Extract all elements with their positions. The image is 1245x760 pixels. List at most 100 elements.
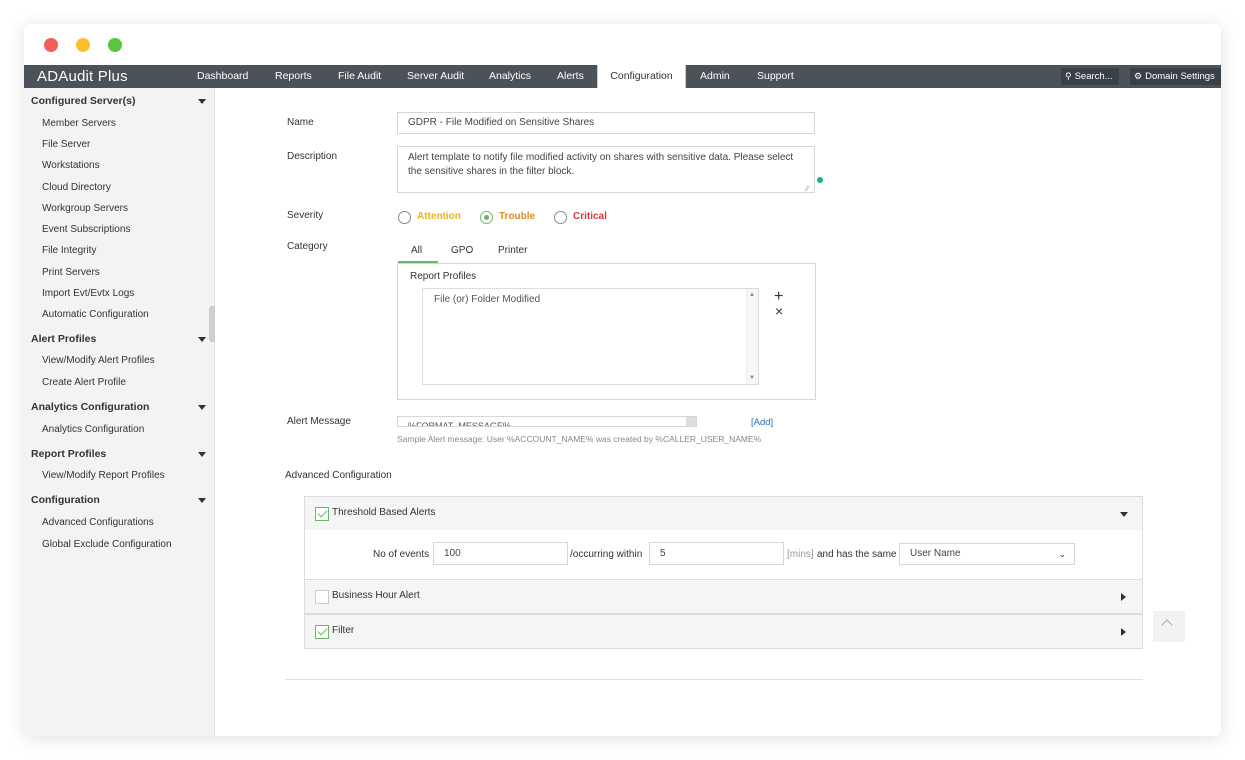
within-minutes-input[interactable]: 5 xyxy=(649,542,784,565)
sidebar-collapse-handle[interactable] xyxy=(209,306,215,342)
sidebar-item-create-alert-profile[interactable]: Create Alert Profile xyxy=(42,377,126,388)
same-field-select-value: User Name xyxy=(910,548,961,559)
sidebar-item-view-modify-alert-profiles[interactable]: View/Modify Alert Profiles xyxy=(42,355,155,366)
tab-support[interactable]: Support xyxy=(757,65,794,88)
alert-message-field[interactable]: %FORMAT_MESSAGE% xyxy=(397,416,697,427)
severity-attention-radio[interactable] xyxy=(398,211,411,224)
report-profiles-panel: Report Profiles File (or) Folder Modifie… xyxy=(397,263,816,400)
scroll-up-icon[interactable]: ▲ xyxy=(749,292,755,298)
sidebar-item-file-server[interactable]: File Server xyxy=(42,139,90,150)
sidebar-section-configuration[interactable]: Configuration xyxy=(31,494,100,506)
top-navigation: ADAudit Plus Dashboard Reports File Audi… xyxy=(24,65,1221,88)
category-tab-gpo[interactable]: GPO xyxy=(451,245,473,256)
tab-admin[interactable]: Admin xyxy=(700,65,730,88)
sidebar-section-alert-profiles[interactable]: Alert Profiles xyxy=(31,333,96,345)
name-field[interactable]: GDPR - File Modified on Sensitive Shares xyxy=(397,112,815,134)
search-button[interactable]: ⚲ Search... xyxy=(1061,68,1119,85)
severity-label: Severity xyxy=(287,210,324,221)
severity-radio-group: Attention Trouble Critical xyxy=(398,211,698,227)
business-hour-alert-header[interactable]: Business Hour Alert xyxy=(304,579,1143,614)
list-scrollbar[interactable] xyxy=(746,289,758,384)
sidebar-item-print-servers[interactable]: Print Servers xyxy=(42,267,100,278)
sidebar-item-import-logs[interactable]: Import Evt/Evtx Logs xyxy=(42,288,134,299)
add-macro-link[interactable]: [Add] xyxy=(751,417,773,428)
business-hour-alert-label[interactable]: Business Hour Alert xyxy=(332,590,420,601)
scroll-down-icon[interactable]: ▼ xyxy=(749,375,755,381)
sidebar-item-workgroup-servers[interactable]: Workgroup Servers xyxy=(42,203,128,214)
sidebar-item-view-modify-report-profiles[interactable]: View/Modify Report Profiles xyxy=(42,470,165,481)
sidebar-item-automatic-configuration[interactable]: Automatic Configuration xyxy=(42,309,149,320)
severity-critical-radio[interactable] xyxy=(554,211,567,224)
tab-dashboard[interactable]: Dashboard xyxy=(197,65,248,88)
resize-handle-icon[interactable] xyxy=(686,417,696,426)
threshold-alerts-header[interactable]: Threshold Based Alerts xyxy=(304,496,1143,531)
events-input[interactable]: 100 xyxy=(433,542,568,565)
expand-icon[interactable] xyxy=(1121,628,1126,636)
window-titlebar xyxy=(24,24,1221,65)
report-profiles-list[interactable]: File (or) Folder Modified ▲ ▼ xyxy=(422,288,759,385)
threshold-alerts-label[interactable]: Threshold Based Alerts xyxy=(332,507,435,518)
filter-header[interactable]: Filter xyxy=(304,614,1143,649)
chevron-down-icon[interactable] xyxy=(198,498,206,503)
domain-settings-button[interactable]: ⚙ Domain Settings xyxy=(1130,68,1221,85)
collapse-icon[interactable] xyxy=(1120,512,1128,517)
threshold-alerts-body: No of events 100 /occurring within 5 [mi… xyxy=(304,530,1143,579)
category-label: Category xyxy=(287,241,328,252)
sidebar-section-report-profiles[interactable]: Report Profiles xyxy=(31,448,106,460)
remove-profile-icon[interactable]: × xyxy=(775,304,783,318)
list-item[interactable]: File (or) Folder Modified xyxy=(434,294,540,305)
business-hour-alert-checkbox[interactable] xyxy=(315,590,329,604)
chevron-down-icon[interactable] xyxy=(198,337,206,342)
tab-alerts[interactable]: Alerts xyxy=(557,65,584,88)
sidebar-item-member-servers[interactable]: Member Servers xyxy=(42,118,116,129)
chevron-up-icon xyxy=(1161,619,1173,631)
severity-attention-label[interactable]: Attention xyxy=(417,211,461,222)
tab-reports[interactable]: Reports xyxy=(275,65,312,88)
sidebar-item-global-exclude-configuration[interactable]: Global Exclude Configuration xyxy=(42,539,172,550)
occurring-within-label: /occurring within xyxy=(570,549,643,560)
same-label: and has the same xyxy=(817,549,897,560)
tab-file-audit[interactable]: File Audit xyxy=(338,65,381,88)
tab-configuration[interactable]: Configuration xyxy=(597,65,686,88)
sidebar-item-file-integrity[interactable]: File Integrity xyxy=(42,245,96,256)
sidebar-item-cloud-directory[interactable]: Cloud Directory xyxy=(42,182,111,193)
app-logo: ADAudit Plus xyxy=(37,68,128,85)
chevron-down-icon[interactable] xyxy=(198,405,206,410)
sidebar-item-event-subscriptions[interactable]: Event Subscriptions xyxy=(42,224,130,235)
minimize-window-button[interactable] xyxy=(76,38,90,52)
sidebar-item-analytics-configuration[interactable]: Analytics Configuration xyxy=(42,424,144,435)
description-field[interactable]: Alert template to notify file modified a… xyxy=(397,146,815,193)
sidebar: Configured Server(s) Member Servers File… xyxy=(24,88,215,736)
same-field-select[interactable]: User Name ⌄ xyxy=(899,543,1075,565)
tab-analytics[interactable]: Analytics xyxy=(489,65,531,88)
threshold-alerts-checkbox[interactable] xyxy=(315,507,329,521)
sidebar-item-advanced-configurations[interactable]: Advanced Configurations xyxy=(42,517,154,528)
events-label: No of events xyxy=(373,549,430,560)
filter-label[interactable]: Filter xyxy=(332,625,354,636)
alert-message-label: Alert Message xyxy=(287,416,351,427)
search-icon: ⚲ xyxy=(1065,71,1072,81)
severity-trouble-label[interactable]: Trouble xyxy=(499,211,535,222)
sidebar-item-workstations[interactable]: Workstations xyxy=(42,160,100,171)
chevron-down-icon[interactable] xyxy=(198,99,206,104)
advanced-configuration-title: Advanced Configuration xyxy=(285,470,392,481)
resize-handle-icon[interactable]: ∕∕ xyxy=(806,184,809,193)
severity-trouble-radio[interactable] xyxy=(480,211,493,224)
chevron-down-icon[interactable]: ⌄ xyxy=(1058,544,1066,564)
app-window: ADAudit Plus Dashboard Reports File Audi… xyxy=(24,24,1221,736)
sidebar-section-analytics-configuration[interactable]: Analytics Configuration xyxy=(31,401,149,413)
sidebar-section-configured-servers[interactable]: Configured Server(s) xyxy=(31,95,135,107)
scroll-to-top-button[interactable] xyxy=(1153,611,1185,642)
close-window-button[interactable] xyxy=(44,38,58,52)
divider xyxy=(285,679,1143,680)
severity-critical-label[interactable]: Critical xyxy=(573,211,607,222)
filter-checkbox[interactable] xyxy=(315,625,329,639)
chevron-down-icon[interactable] xyxy=(198,452,206,457)
main-content: Name GDPR - File Modified on Sensitive S… xyxy=(216,88,1221,736)
expand-icon[interactable] xyxy=(1121,593,1126,601)
category-tab-printer[interactable]: Printer xyxy=(498,245,527,256)
maximize-window-button[interactable] xyxy=(108,38,122,52)
category-tab-all[interactable]: All xyxy=(411,245,422,256)
status-dot-icon xyxy=(817,177,823,183)
tab-server-audit[interactable]: Server Audit xyxy=(407,65,464,88)
